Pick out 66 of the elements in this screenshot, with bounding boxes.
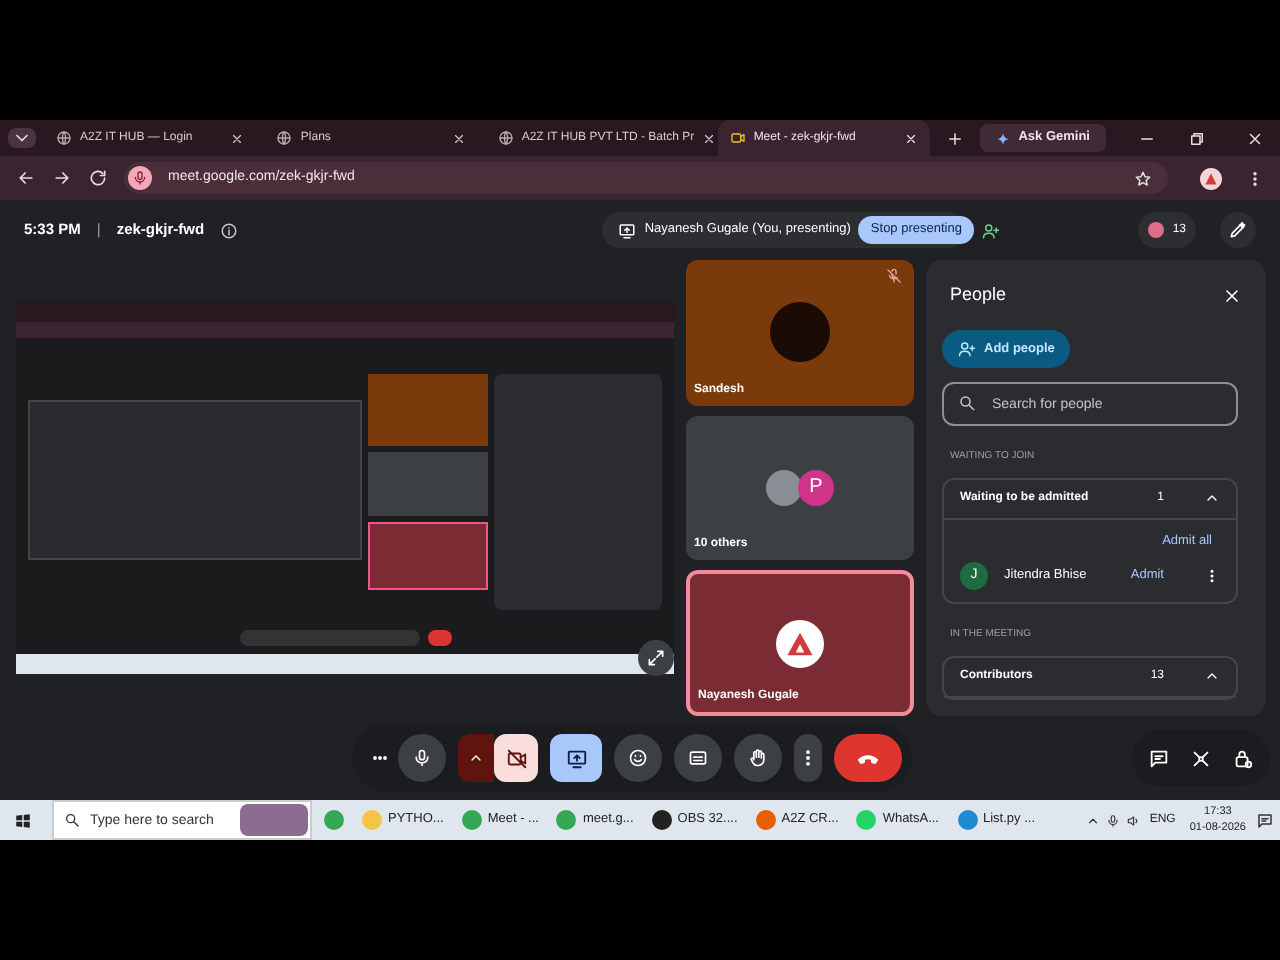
chat-icon[interactable] [1148, 747, 1170, 769]
panel-title: People [950, 282, 1007, 309]
add-person-icon[interactable] [981, 221, 1000, 239]
caret-icon [468, 750, 484, 766]
add-person-icon [958, 340, 976, 358]
bookmark-star-icon[interactable] [1134, 169, 1152, 187]
close-icon[interactable] [702, 131, 717, 145]
site-info-icon[interactable] [128, 166, 152, 190]
camera-off-icon [505, 747, 527, 769]
microphone-icon [412, 748, 432, 768]
camera-off-button[interactable] [494, 734, 538, 782]
tray-chevron-icon[interactable] [1085, 813, 1100, 827]
avatar-initial: P [798, 469, 834, 506]
avatar-icon [1148, 222, 1165, 238]
globe-icon [276, 130, 293, 146]
restore-icon[interactable] [1187, 129, 1206, 147]
windows-start-icon[interactable] [14, 811, 32, 829]
captions-icon [688, 748, 708, 768]
collapse-icon[interactable] [1204, 490, 1220, 506]
microphone-icon[interactable] [1105, 813, 1120, 827]
emoji-button[interactable] [614, 734, 662, 782]
present-icon [565, 747, 587, 769]
search-icon [64, 812, 80, 828]
hand-icon [748, 748, 768, 768]
search-icon [958, 394, 976, 412]
raise-hand-button[interactable] [734, 734, 782, 782]
close-icon[interactable] [1222, 286, 1242, 306]
search-highlight-picture [240, 804, 308, 836]
tab-list-icon[interactable] [8, 128, 36, 148]
leave-call-button[interactable] [834, 734, 902, 782]
close-icon[interactable] [230, 131, 245, 145]
present-icon [618, 221, 637, 239]
info-icon[interactable] [220, 221, 239, 239]
speaker-icon[interactable] [1125, 813, 1140, 827]
logo-icon [776, 619, 824, 668]
avatar-photo-placeholder [770, 302, 830, 363]
profile-avatar-icon[interactable] [1200, 167, 1222, 189]
forward-icon[interactable] [52, 168, 72, 188]
sparkle-icon [996, 131, 1011, 145]
firefox-icon [755, 810, 776, 830]
lock-icon[interactable] [1232, 747, 1254, 769]
captions-button[interactable] [674, 734, 722, 782]
more-options-button[interactable] [794, 734, 822, 782]
chrome-icon [556, 810, 577, 830]
close-icon[interactable] [1245, 129, 1264, 147]
camera-icon [729, 130, 746, 146]
globe-icon [497, 130, 514, 146]
notifications-icon[interactable] [1256, 811, 1274, 829]
emoji-icon [628, 748, 648, 768]
chrome-icon [324, 810, 344, 830]
avatar-photo-placeholder [766, 469, 802, 506]
close-icon[interactable] [904, 131, 919, 145]
folder-icon [362, 810, 382, 830]
obs-icon [651, 810, 672, 830]
chrome-icon [461, 810, 482, 830]
globe-icon [56, 130, 72, 146]
close-icon[interactable] [451, 131, 466, 145]
back-icon[interactable] [16, 168, 36, 188]
shapes-icon[interactable] [1190, 747, 1212, 769]
reload-icon[interactable] [88, 168, 108, 188]
whatsapp-icon [856, 810, 877, 830]
vscode-icon [957, 810, 977, 830]
present-screen-button[interactable] [550, 734, 602, 782]
new-tab-icon[interactable] [946, 129, 965, 147]
pencil-sparkle-icon[interactable] [1220, 212, 1256, 248]
microphone-button[interactable] [398, 734, 446, 782]
